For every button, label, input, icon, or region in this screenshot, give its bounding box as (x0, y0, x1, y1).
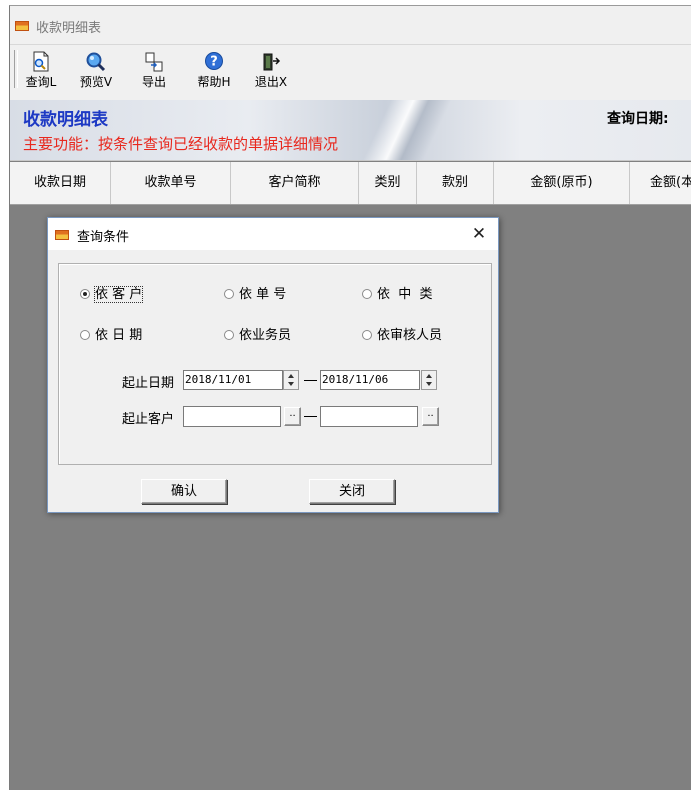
radio-by-date[interactable]: 依 日 期 (80, 324, 142, 343)
end-customer-input[interactable] (320, 406, 418, 427)
radio-label: 依业务员 (239, 328, 292, 343)
radio-dot (224, 288, 234, 299)
radio-by-salesperson[interactable]: 依业务员 (224, 324, 291, 343)
radio-label: 依 客 户 (93, 286, 144, 303)
radio-dot (362, 288, 372, 299)
magnifier-icon (86, 52, 106, 72)
close-button[interactable]: 关闭 (309, 479, 395, 504)
column-header-receipt-no[interactable]: 收款单号 (111, 162, 231, 204)
banner-decoration (350, 100, 460, 160)
query-dialog: 查询条件 ✕ 依 客 户 依 单 号 依 中 类 依 日 期 依业务员 依审核人… (47, 217, 499, 513)
title-bar: 收款明细表 (10, 6, 691, 45)
radio-label: 依 中 类 (377, 287, 433, 302)
column-header-date[interactable]: 收款日期 (10, 162, 111, 204)
column-header-amount-original[interactable]: 金额(原币) (494, 162, 630, 204)
column-header-customer[interactable]: 客户简称 (231, 162, 359, 204)
start-customer-input[interactable] (183, 406, 281, 427)
range-separator (304, 380, 317, 381)
help-button[interactable]: ? 帮助H (191, 49, 237, 93)
svg-text:?: ? (210, 55, 218, 70)
dialog-app-icon (55, 230, 69, 240)
confirm-button[interactable]: 确认 (141, 479, 227, 504)
exit-door-icon (263, 53, 281, 71)
customer-range-separator (304, 416, 317, 417)
radio-dot (362, 329, 372, 340)
end-customer-browse-button[interactable]: .. (422, 407, 439, 426)
start-date-field[interactable]: 2018/11/01 (183, 370, 283, 390)
radio-dot (80, 329, 90, 340)
column-header-payment-type[interactable]: 款别 (417, 162, 494, 204)
export-button-label: 导出 (141, 75, 166, 89)
column-header-category[interactable]: 类别 (359, 162, 417, 204)
end-date-field[interactable]: 2018/11/06 (320, 370, 420, 390)
column-header-amount-local[interactable]: 金额(本 (630, 162, 691, 204)
exit-button[interactable]: 退出X (248, 49, 294, 93)
document-search-icon (33, 51, 49, 72)
radio-label: 依审核人员 (377, 328, 443, 343)
exit-button-label: 退出X (254, 75, 288, 89)
radio-label: 依 日 期 (95, 328, 143, 343)
start-date-spinner[interactable] (283, 370, 299, 390)
radio-by-middle-class[interactable]: 依 中 类 (362, 283, 433, 302)
query-button-label: 查询L (25, 75, 57, 89)
preview-button[interactable]: 预览V (73, 49, 119, 93)
query-date-label: 查询日期: (607, 111, 669, 127)
radio-label: 依 单 号 (239, 287, 287, 302)
start-customer-browse-button[interactable]: .. (284, 407, 301, 426)
app-icon (15, 21, 29, 31)
radio-by-customer[interactable]: 依 客 户 (80, 283, 144, 303)
customer-range-label: 起止客户 (122, 412, 175, 427)
banner-title: 收款明细表 (23, 110, 108, 130)
main-window: 收款明细表 查询L 预览V 导出 ? 帮助H 退出X 收款明细表 主要功能：按条… (9, 5, 691, 790)
help-button-label: 帮助H (197, 75, 231, 89)
close-icon[interactable]: ✕ (466, 222, 492, 246)
radio-dot (224, 329, 234, 340)
window-title: 收款明细表 (36, 21, 102, 36)
radio-dot (80, 288, 90, 299)
dialog-title: 查询条件 (77, 230, 130, 245)
report-banner: 收款明细表 主要功能：按条件查询已经收款的单据详细情况 查询日期: (10, 100, 691, 161)
export-icon (145, 52, 163, 72)
export-button[interactable]: 导出 (131, 49, 177, 93)
toolbar: 查询L 预览V 导出 ? 帮助H 退出X (10, 45, 691, 100)
end-date-spinner[interactable] (421, 370, 437, 390)
date-range-label: 起止日期 (122, 376, 175, 391)
radio-by-auditor[interactable]: 依审核人员 (362, 324, 442, 343)
banner-subtitle: 主要功能：按条件查询已经收款的单据详细情况 (23, 135, 339, 153)
help-icon: ? (205, 52, 223, 70)
radio-by-number[interactable]: 依 单 号 (224, 283, 286, 302)
preview-button-label: 预览V (79, 75, 113, 89)
grid-header: 收款日期 收款单号 客户简称 类别 款别 金额(原币) 金额(本 (10, 162, 691, 205)
dialog-title-bar: 查询条件 ✕ (48, 218, 498, 250)
query-button[interactable]: 查询L (18, 49, 64, 93)
